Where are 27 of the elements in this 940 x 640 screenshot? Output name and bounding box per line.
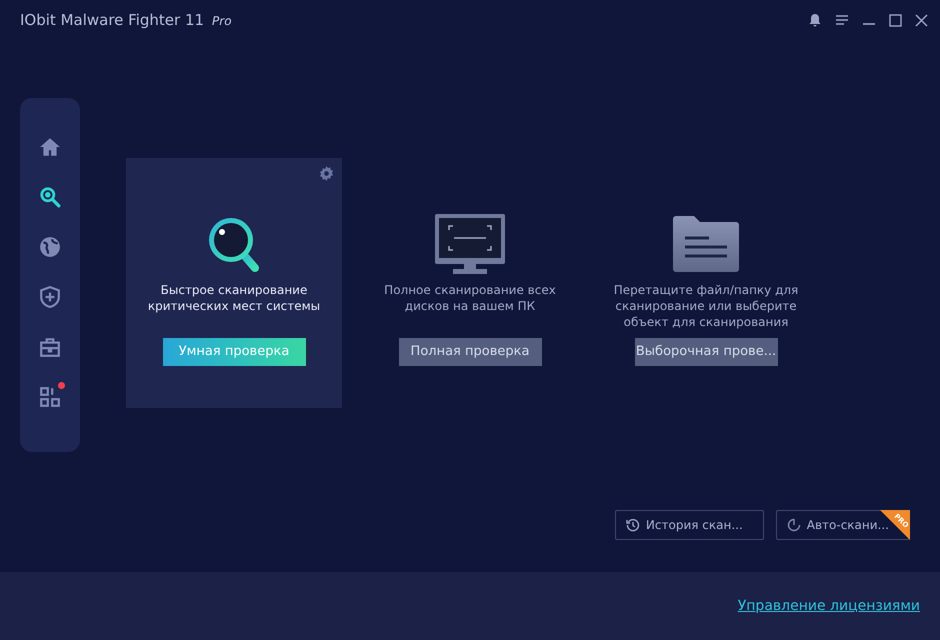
grid-icon[interactable]	[39, 386, 61, 408]
toolbox-icon[interactable]	[39, 336, 61, 358]
edition-label: Pro	[212, 13, 232, 30]
scan-card[interactable]: Быстрое сканирование критических мест системы Умная проверка	[126, 158, 342, 408]
scan-description: Перетащите файл/папку для сканирование или выберите объект для сканирования	[612, 282, 800, 331]
search-icon[interactable]	[39, 186, 61, 208]
scan-button[interactable]: Полная проверка	[398, 338, 542, 366]
scan-button[interactable]: Выборочная прове...	[634, 338, 778, 366]
settings-icon[interactable]	[319, 166, 334, 181]
scan-description: Полное сканирование всех дисков на вашем ПК	[383, 282, 557, 315]
license-link[interactable]: Управление лицензиями	[738, 596, 920, 617]
close-icon[interactable]	[915, 14, 928, 26]
scan-option[interactable]: Перетащите файл/папку для сканирование или выберите объект для сканирования Выборочная прове...	[598, 158, 814, 408]
monitor-icon	[435, 214, 505, 274]
globe-icon[interactable]	[39, 236, 61, 258]
history-icon	[626, 518, 640, 532]
dial-icon	[786, 518, 801, 532]
menu-icon[interactable]	[835, 14, 849, 26]
action-button[interactable]: История скан...	[614, 510, 764, 540]
home-icon[interactable]	[39, 136, 61, 158]
folder-icon	[673, 216, 739, 272]
window-title: IObit Malware Fighter 11	[20, 10, 204, 31]
scan-option[interactable]: Полное сканирование всех дисков на вашем ПК Полная проверка	[362, 158, 578, 408]
shield-icon[interactable]	[39, 286, 61, 308]
scan-description: Быстрое сканирование критических мест системы	[146, 282, 322, 315]
maximize-icon[interactable]	[889, 14, 902, 26]
bell-icon[interactable]	[808, 13, 822, 27]
